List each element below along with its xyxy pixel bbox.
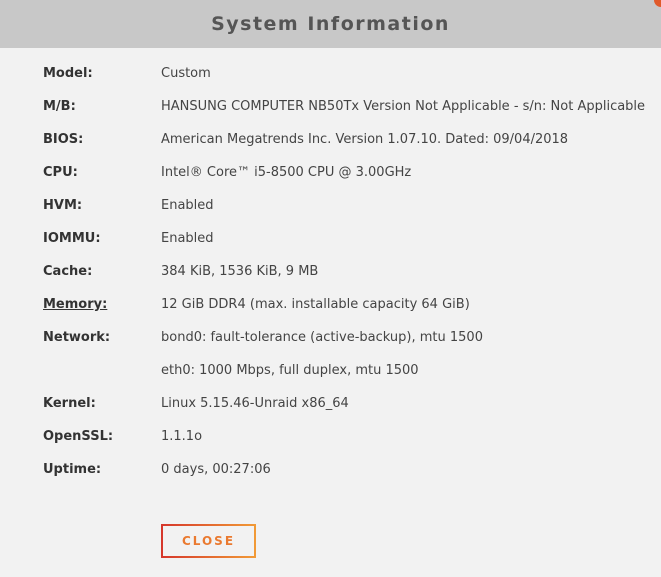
dialog-title: System Information (211, 13, 450, 35)
dialog-titlebar: System Information (0, 0, 661, 48)
cpu-label: CPU: (43, 165, 78, 180)
bios-value: American Megatrends Inc. Version 1.07.10… (161, 132, 569, 147)
openssl-label: OpenSSL: (43, 429, 114, 444)
info-row-cpu: CPU: Intel® Core™ i5-8500 CPU @ 3.00GHz (43, 156, 653, 189)
info-row-cache: Cache: 384 KiB, 1536 KiB, 9 MB (43, 255, 653, 288)
info-row-kernel: Kernel: Linux 5.15.46-Unraid x86_64 (43, 387, 653, 420)
openssl-value: 1.1.1o (161, 429, 203, 444)
motherboard-label: M/B: (43, 99, 76, 114)
cpu-value: Intel® Core™ i5-8500 CPU @ 3.00GHz (161, 165, 412, 180)
info-row-network: Network: bond0: fault-tolerance (active-… (43, 321, 653, 354)
info-row-motherboard: M/B: HANSUNG COMPUTER NB50Tx Version Not… (43, 90, 653, 123)
kernel-value: Linux 5.15.46-Unraid x86_64 (161, 396, 349, 411)
model-value: Custom (161, 66, 211, 81)
hvm-label: HVM: (43, 198, 83, 213)
system-info-list: Model: Custom M/B: HANSUNG COMPUTER NB50… (43, 57, 653, 486)
network-label: Network: (43, 330, 111, 345)
close-button[interactable]: CLOSE (161, 524, 256, 558)
info-row-uptime: Uptime: 0 days, 00:27:06 (43, 453, 653, 486)
hvm-value: Enabled (161, 198, 214, 213)
info-row-hvm: HVM: Enabled (43, 189, 653, 222)
network-bond0-value: bond0: fault-tolerance (active-backup), … (161, 330, 483, 345)
iommu-value: Enabled (161, 231, 214, 246)
info-row-model: Model: Custom (43, 57, 653, 90)
info-row-openssl: OpenSSL: 1.1.1o (43, 420, 653, 453)
info-row-bios: BIOS: American Megatrends Inc. Version 1… (43, 123, 653, 156)
cache-value: 384 KiB, 1536 KiB, 9 MB (161, 264, 319, 279)
memory-value: 12 GiB DDR4 (max. installable capacity 6… (161, 297, 470, 312)
bios-label: BIOS: (43, 132, 84, 147)
memory-link[interactable]: Memory: (43, 297, 161, 312)
system-information-dialog: System Information Model: Custom M/B: HA… (0, 0, 661, 577)
cache-label: Cache: (43, 264, 93, 279)
uptime-value: 0 days, 00:27:06 (161, 462, 271, 477)
info-row-iommu: IOMMU: Enabled (43, 222, 653, 255)
iommu-label: IOMMU: (43, 231, 101, 246)
info-row-memory: Memory: 12 GiB DDR4 (max. installable ca… (43, 288, 653, 321)
uptime-label: Uptime: (43, 462, 102, 477)
model-label: Model: (43, 66, 93, 81)
motherboard-value: HANSUNG COMPUTER NB50Tx Version Not Appl… (161, 99, 646, 114)
kernel-label: Kernel: (43, 396, 96, 411)
network-eth0-value: eth0: 1000 Mbps, full duplex, mtu 1500 (161, 363, 419, 378)
info-row-network-eth0: eth0: 1000 Mbps, full duplex, mtu 1500 (43, 354, 653, 387)
